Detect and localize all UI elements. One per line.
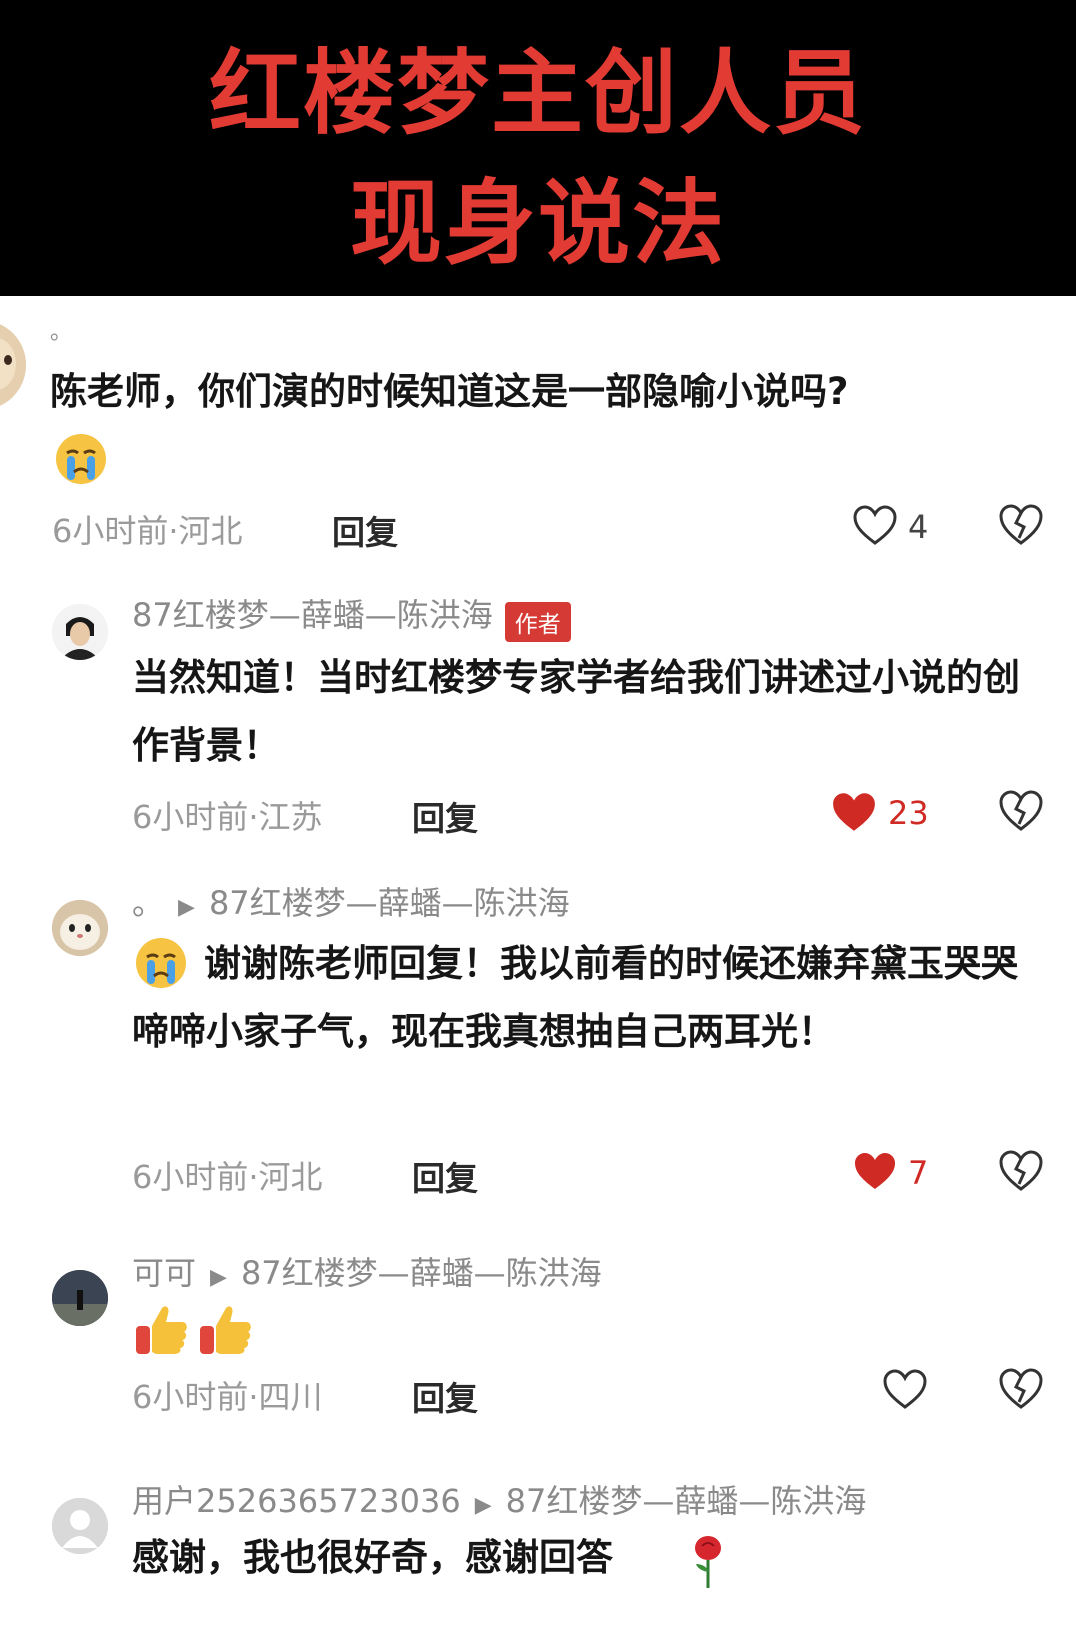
like-heart-icon[interactable] (852, 504, 898, 550)
reply-button[interactable]: 回复 (412, 1152, 478, 1200)
reply-button[interactable]: 回复 (412, 792, 478, 840)
comment-text: 当然知道！当时红楼梦专家学者给我们讲述过小说的创作背景！ (132, 656, 1020, 767)
reply-header: 。 ▶ 87红楼梦—薛蟠—陈洪海 (132, 878, 570, 924)
comment-text: 谢谢陈老师回复！我以前看的时候还嫌弃黛玉哭哭啼啼小家子气，现在我真想抽自己两耳光… (132, 942, 1018, 1053)
comment-list: 。 陈老师，你们演的时候知道这是一部隐喻小说吗? 6小时前·河北 回复 4 87… (0, 296, 1076, 1628)
like-heart-icon[interactable] (882, 1368, 928, 1414)
banner-title-line-2: 现身说法 (349, 169, 726, 277)
thumbs-up-icon (198, 1302, 254, 1360)
username[interactable]: 。 (132, 884, 164, 922)
banner-title-line-1: 红楼梦主创人员 (208, 39, 867, 147)
reply-arrow-icon: ▶ (178, 895, 195, 920)
reply-to-username[interactable]: 87红楼梦—薛蟠—陈洪海 (241, 1254, 602, 1292)
reply-to-username[interactable]: 87红楼梦—薛蟠—陈洪海 (506, 1482, 867, 1520)
like-count: 4 (908, 508, 929, 546)
comment-time-location: 6小时前·河北 (52, 512, 243, 550)
reply-button[interactable]: 回复 (412, 1372, 478, 1420)
avatar[interactable] (52, 900, 108, 956)
username[interactable]: 可可 (132, 1254, 196, 1292)
reply-to-username[interactable]: 87红楼梦—薛蟠—陈洪海 (209, 884, 570, 922)
dislike-broken-heart-icon[interactable] (998, 502, 1044, 550)
thumbs-up-icon (134, 1302, 190, 1360)
avatar[interactable] (0, 320, 26, 410)
like-heart-icon[interactable] (852, 1150, 898, 1196)
comment-time-location: 6小时前·江苏 (132, 798, 323, 836)
title-banner: 红楼梦主创人员 现身说法 (0, 0, 1076, 296)
reply-arrow-icon: ▶ (210, 1265, 227, 1290)
reply-arrow-icon: ▶ (474, 1493, 492, 1518)
like-count: 23 (888, 794, 929, 832)
avatar[interactable] (52, 604, 108, 660)
comment-text: 感谢，我也很好奇，感谢回答 (132, 1536, 613, 1579)
reply-header: 可可 ▶ 87红楼梦—薛蟠—陈洪海 (132, 1248, 602, 1294)
comment-text: 陈老师，你们演的时候知道这是一部隐喻小说吗? (50, 370, 849, 413)
crying-face-icon (54, 432, 108, 490)
author-badge: 作者 (504, 601, 571, 642)
dislike-broken-heart-icon[interactable] (998, 788, 1044, 836)
like-heart-icon[interactable] (830, 790, 878, 838)
comment-time-location: 6小时前·河北 (132, 1158, 323, 1196)
avatar[interactable] (52, 1270, 108, 1326)
dislike-broken-heart-icon[interactable] (998, 1148, 1044, 1196)
reply-header: 用户2526365723036 ▶ 87红楼梦—薛蟠—陈洪海 (132, 1476, 866, 1522)
rose-icon (688, 1534, 728, 1592)
dislike-broken-heart-icon[interactable] (998, 1366, 1044, 1414)
avatar[interactable] (52, 1498, 108, 1554)
username[interactable]: 87红楼梦—薛蟠—陈洪海 (132, 596, 493, 634)
reply-button[interactable]: 回复 (332, 506, 398, 554)
username[interactable]: 。 (50, 314, 72, 346)
comment-time-location: 6小时前·四川 (132, 1378, 323, 1416)
author-name-row: 87红楼梦—薛蟠—陈洪海 作者 (132, 590, 571, 642)
username[interactable]: 用户2526365723036 (132, 1482, 461, 1520)
like-count: 7 (908, 1154, 929, 1192)
